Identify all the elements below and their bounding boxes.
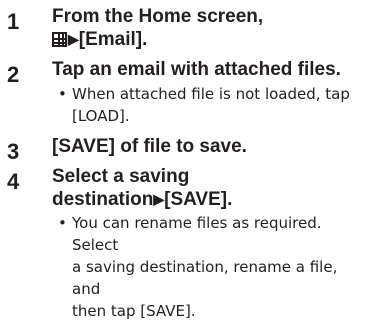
step-heading-text: [SAVE]. — [164, 189, 233, 210]
step-heading: From the Home screen, ▶[Email]. — [52, 6, 372, 51]
step-number: 1 — [7, 9, 20, 34]
note-line: You can rename files as required. Select — [72, 214, 322, 254]
arrow-icon: ▶ — [68, 31, 79, 47]
step-note: • When attached file is not loaded, tap … — [58, 83, 358, 127]
step-heading-text: [Email]. — [78, 29, 148, 50]
step-number: 4 — [7, 169, 20, 194]
arrow-icon: ▶ — [153, 191, 165, 207]
grid-menu-icon — [52, 32, 67, 47]
step-heading: Select a saving destination▶[SAVE]. — [52, 166, 372, 211]
step-heading-text: destination — [52, 189, 154, 210]
bullet: • — [58, 85, 67, 103]
step-number: 3 — [7, 139, 20, 164]
step-heading: Tap an email with attached files. — [52, 59, 341, 80]
note-text: • You can rename files as required. Sele… — [58, 212, 358, 322]
step-heading-line: Select a saving — [52, 166, 190, 187]
note-line: [LOAD]. — [72, 107, 130, 125]
step-heading: [SAVE] of file to save. — [52, 136, 247, 157]
note-line: a saving destination, rename a file, and — [72, 258, 338, 298]
step-heading-line: destination▶[SAVE]. — [52, 188, 372, 211]
note-text: • When attached file is not loaded, tap … — [58, 83, 358, 127]
step-heading-line: From the Home screen, — [52, 6, 264, 27]
step-number: 2 — [7, 62, 20, 87]
note-line: then tap [SAVE]. — [72, 302, 196, 320]
bullet: • — [58, 214, 67, 232]
instruction-page: 1 From the Home screen, ▶[Email]. 2 Tap … — [0, 0, 384, 320]
note-line: When attached file is not loaded, tap — [72, 85, 350, 103]
step-note: • You can rename files as required. Sele… — [58, 212, 358, 322]
step-heading-line: ▶[Email]. — [52, 28, 372, 51]
